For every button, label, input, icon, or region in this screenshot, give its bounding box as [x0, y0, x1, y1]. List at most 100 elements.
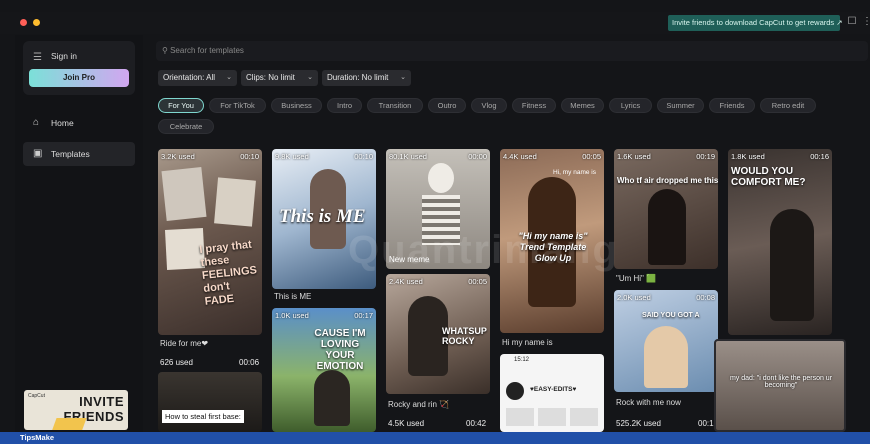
invite-friends-banner[interactable]: Invite friends to download CapCut to get… — [668, 15, 843, 31]
chevron-down-icon: ⌄ — [307, 74, 313, 81]
category-intro[interactable]: Intro — [327, 98, 362, 113]
category-outro[interactable]: Outro — [428, 98, 466, 113]
category-celebrate[interactable]: Celebrate — [158, 119, 214, 134]
category-vlog[interactable]: Vlog — [471, 98, 507, 113]
template-overlay-text: Hi, my name is — [553, 169, 596, 176]
person-silhouette — [314, 370, 350, 426]
close-window-button[interactable] — [20, 19, 27, 26]
template-overlay-text: my dad: "i dont like the person ur becom… — [729, 375, 833, 389]
sidebar-item-templates[interactable]: ▣ Templates — [23, 142, 135, 166]
duration-filter[interactable]: Duration: No limit ⌄ — [322, 70, 411, 86]
category-retro-edit[interactable]: Retro edit — [760, 98, 816, 113]
feedback-icon[interactable]: ☐ — [846, 15, 858, 29]
usage-count: 626 used — [160, 358, 193, 367]
duration: 00:17 — [354, 311, 373, 320]
search-input[interactable]: ⚲ Search for templates — [156, 41, 868, 61]
template-title: "Um Hi" 🟩 — [616, 274, 657, 283]
usage-count: 4.5K used — [388, 419, 425, 428]
template-card[interactable]: 2.0K used 00:08 SAID YOU GOT A — [614, 290, 718, 392]
usage-count: 3.2K used — [161, 152, 195, 161]
template-card[interactable]: 2.4K used 00:05 WHATSUP ROCKY — [386, 274, 490, 394]
category-memes[interactable]: Memes — [561, 98, 604, 113]
status-bar-time: 15:12 — [514, 357, 530, 363]
settings-icon[interactable]: ⋮ — [862, 15, 870, 29]
usage-count: 1.8K used — [731, 152, 765, 161]
template-title: Rocky and rin 🏹 — [388, 400, 450, 409]
invite-friends-promo[interactable]: CapCut INVITE FRIENDS — [24, 390, 128, 430]
template-card[interactable]: 1.8K used 00:16 WOULD YOU COMFORT ME? — [728, 149, 832, 335]
user-icon: ☰ — [33, 52, 42, 63]
sidebar-item-label: Home — [51, 118, 74, 128]
template-card[interactable]: 1.0K used 00:17 CAUSE I'M LOVING YOUR EM… — [272, 308, 376, 432]
usage-count: 2.0K used — [617, 293, 651, 302]
category-for-you[interactable]: For You — [158, 98, 204, 113]
usage-count: 9.8K used — [275, 152, 309, 161]
category-summer[interactable]: Summer — [657, 98, 704, 113]
promo-decoration — [51, 418, 87, 430]
sidebar: ☰ Sign in Join Pro ⌂ Home ▣ Templates Ca… — [15, 35, 143, 435]
template-card[interactable]: my dad: "i dont like the person ur becom… — [714, 339, 846, 432]
account-card: ☰ Sign in Join Pro — [23, 41, 135, 95]
sidebar-item-label: Templates — [51, 149, 90, 159]
duration: 00:08 — [696, 293, 715, 302]
template-title: Hi my name is — [502, 338, 553, 347]
photo-frame — [161, 167, 207, 221]
clips-filter[interactable]: Clips: No limit ⌄ — [241, 70, 318, 86]
category-friends[interactable]: Friends — [709, 98, 755, 113]
duration: 00:05 — [468, 277, 487, 286]
template-title: This is ME — [274, 292, 312, 301]
promo-line-1: INVITE — [79, 394, 124, 409]
category-lyrics[interactable]: Lyrics — [609, 98, 652, 113]
usage-count: 1.0K used — [275, 311, 309, 320]
filter-label: Duration: No limit — [327, 73, 389, 82]
skeleton-figure — [428, 163, 454, 193]
category-fitness[interactable]: Fitness — [512, 98, 556, 113]
template-card[interactable]: 1.6K used 00:19 Who tf air dropped me th… — [614, 149, 718, 269]
template-title: Ride for me❤ — [160, 339, 209, 348]
usage-count: 525.2K used — [616, 419, 661, 428]
site-footer-bar: TipsMake — [0, 432, 870, 444]
template-overlay-text: SAID YOU GOT A — [642, 312, 700, 319]
template-overlay-text: CAUSE I'M LOVING YOUR EMOTION — [314, 328, 366, 372]
sign-in-link[interactable]: Sign in — [51, 51, 77, 61]
search-icon: ⚲ — [162, 46, 168, 55]
category-business[interactable]: Business — [271, 98, 322, 113]
filter-label: Orientation: All — [163, 73, 216, 82]
person-silhouette — [644, 326, 688, 388]
person-silhouette — [648, 189, 686, 265]
category-transition[interactable]: Transition — [367, 98, 423, 113]
home-icon: ⌂ — [33, 117, 40, 128]
watermark: Quantrimang — [348, 228, 619, 272]
capcut-logo: CapCut — [28, 393, 45, 399]
duration: 00:10 — [354, 152, 373, 161]
join-pro-button[interactable]: Join Pro — [29, 69, 129, 87]
template-title: Rock with me now — [616, 398, 681, 407]
templates-icon: ▣ — [33, 148, 43, 159]
search-placeholder: Search for templates — [170, 46, 244, 55]
template-overlay-text: I pray that these FEELINGS don't FADE — [198, 238, 258, 308]
template-card[interactable]: 15:12 ♥EASY-EDITS♥ — [500, 354, 604, 432]
duration: 00:06 — [239, 358, 260, 367]
template-overlay-text: WHATSUP ROCKY — [442, 326, 487, 346]
capcut-app: Invite friends to download CapCut to get… — [0, 0, 870, 444]
template-overlay-text: WOULD YOU COMFORT ME? — [731, 166, 806, 188]
chevron-down-icon: ⌄ — [226, 74, 232, 81]
duration: 00:19 — [696, 152, 715, 161]
template-card[interactable]: 3.2K used 00:10 I pray that these FEELIN… — [158, 149, 262, 335]
sidebar-item-home[interactable]: ⌂ Home — [23, 111, 135, 135]
usage-count: 1.6K used — [617, 152, 651, 161]
profile-name: ♥EASY-EDITS♥ — [530, 386, 577, 393]
duration: 00:16 — [810, 152, 829, 161]
usage-count: 4.4K used — [503, 152, 537, 161]
avatar — [506, 382, 524, 400]
orientation-filter[interactable]: Orientation: All ⌄ — [158, 70, 237, 86]
footer-brand: TipsMake — [20, 433, 55, 442]
template-overlay-text: How to steal first base: — [162, 410, 244, 423]
category-for-tiktok[interactable]: For TikTok — [209, 98, 266, 113]
photo-frame — [214, 177, 256, 227]
filter-label: Clips: No limit — [246, 73, 295, 82]
chevron-down-icon: ⌄ — [400, 74, 406, 81]
person-silhouette — [770, 209, 814, 321]
minimize-window-button[interactable] — [33, 19, 40, 26]
template-card[interactable]: How to steal first base: — [158, 372, 262, 432]
